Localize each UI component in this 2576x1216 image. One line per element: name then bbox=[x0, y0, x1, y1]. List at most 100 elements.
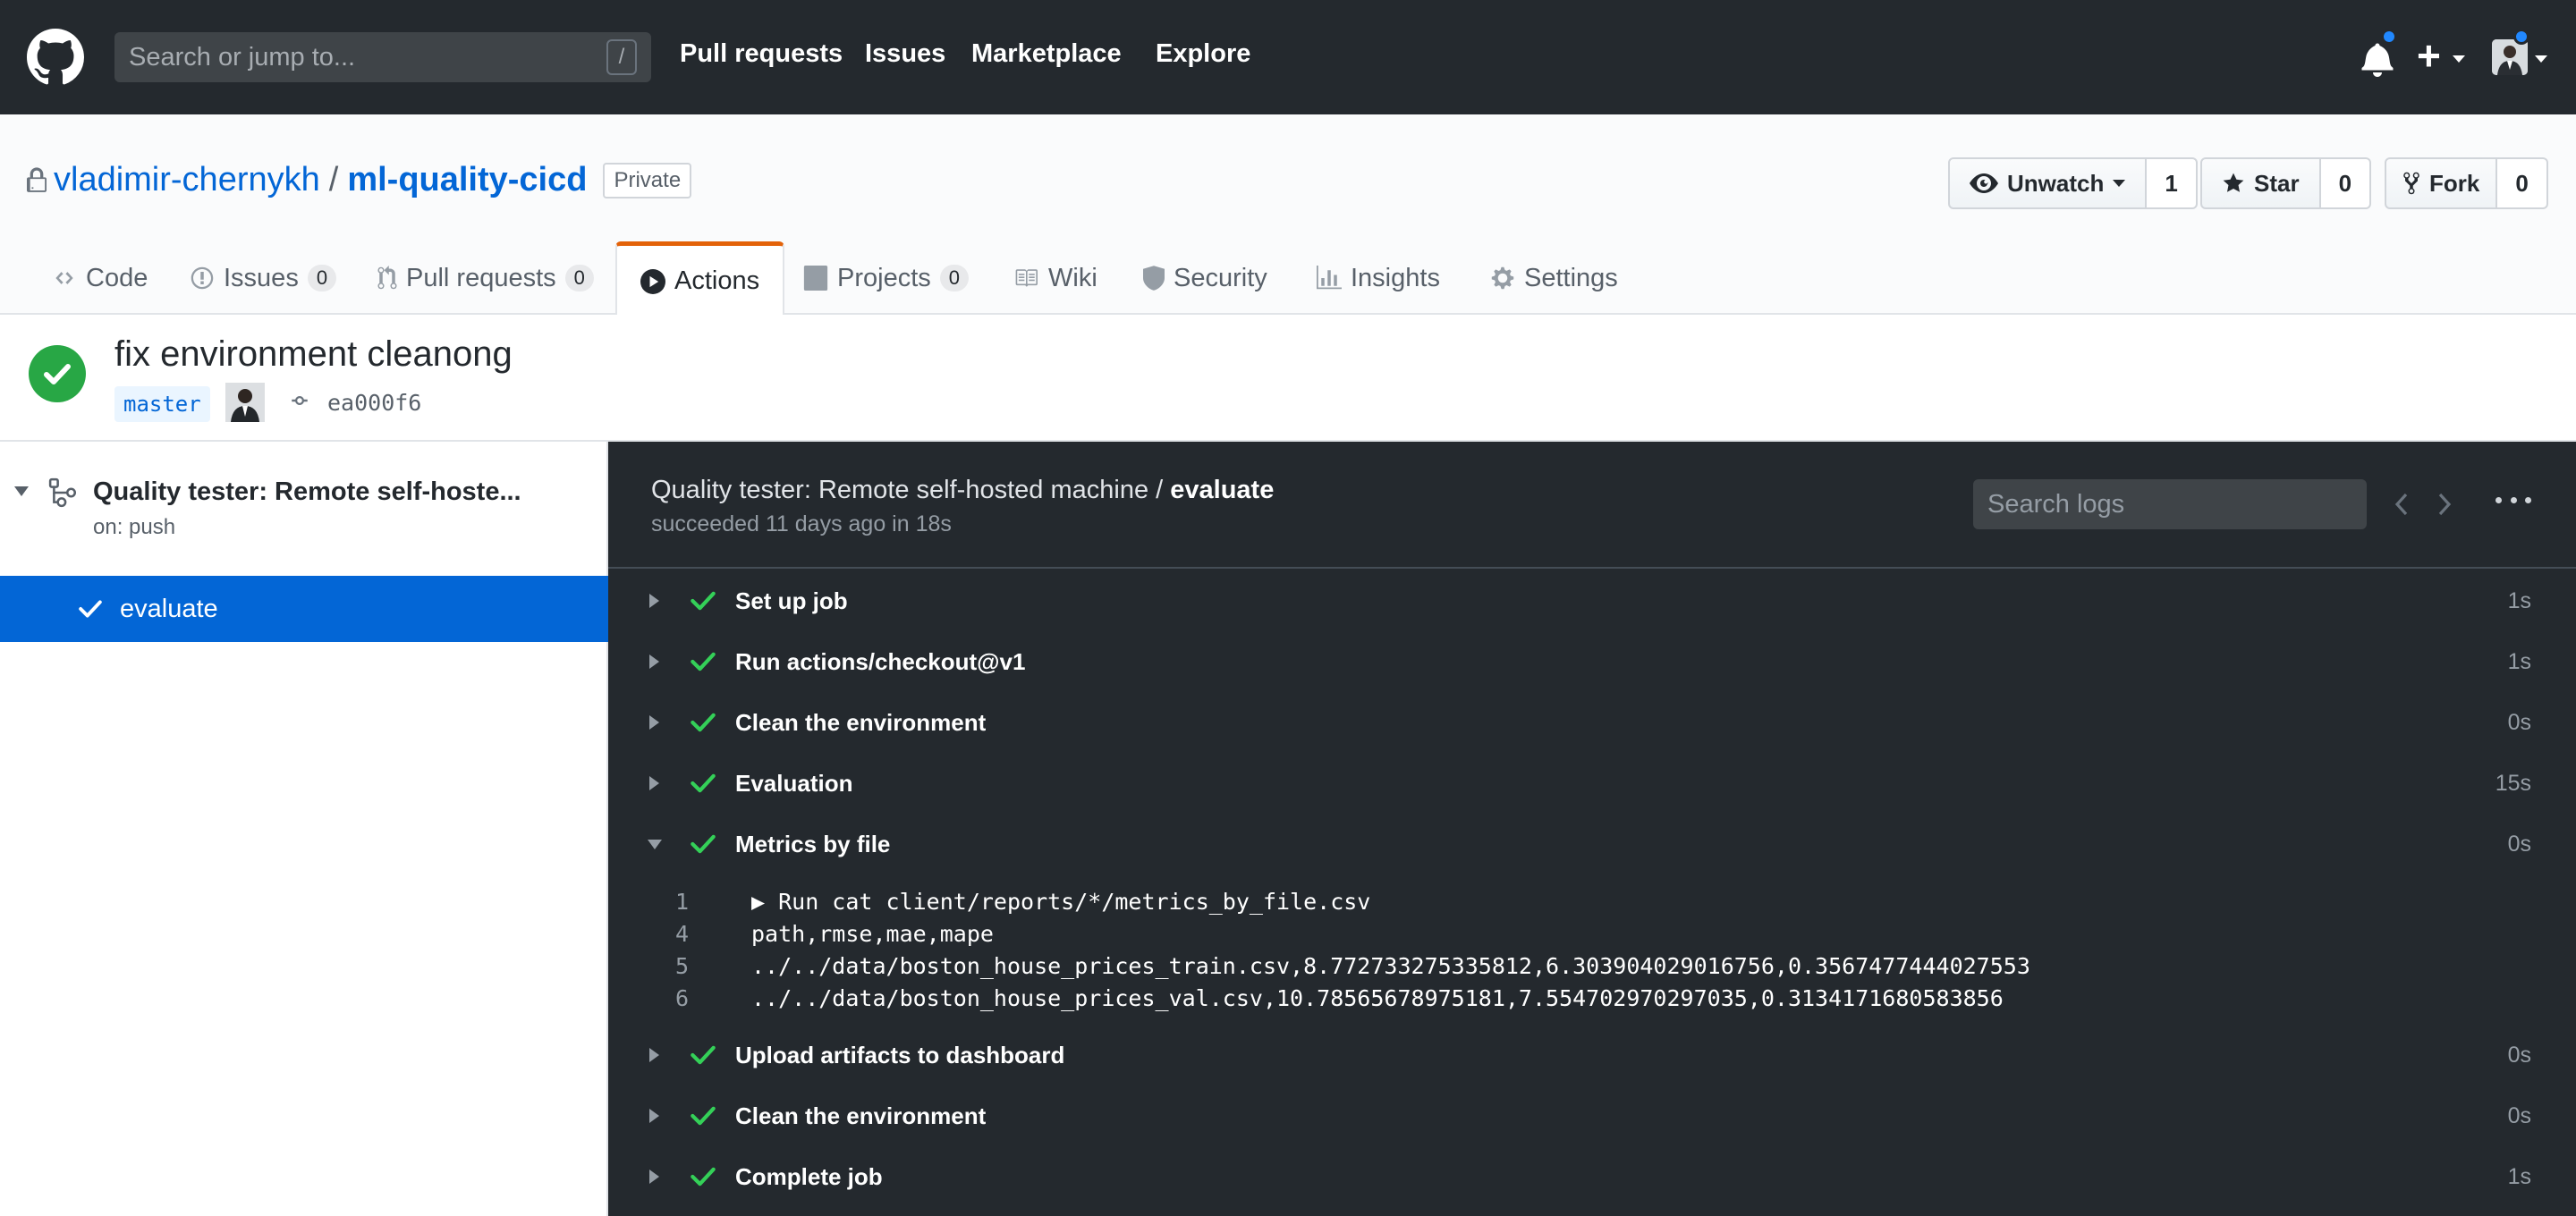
nav-issues[interactable]: Issues bbox=[865, 39, 945, 69]
log-search-input[interactable] bbox=[1987, 489, 2352, 519]
tab-wiki[interactable]: Wiki bbox=[1013, 241, 1097, 315]
workflow-sidebar: Quality tester: Remote self-hoste... on:… bbox=[0, 442, 608, 1216]
expand-icon bbox=[649, 1170, 659, 1184]
code-icon bbox=[55, 272, 73, 284]
tab-projects[interactable]: Projects 0 bbox=[803, 241, 970, 315]
workflow-name[interactable]: Quality tester: Remote self-hoste... bbox=[93, 477, 521, 507]
branch-badge[interactable]: master bbox=[114, 386, 210, 422]
job-item-label: evaluate bbox=[120, 594, 218, 623]
notification-indicator bbox=[2381, 29, 2397, 45]
expand-icon bbox=[649, 715, 659, 730]
success-check-icon bbox=[691, 1045, 716, 1065]
step-name: Evaluation bbox=[735, 769, 853, 797]
next-match-icon[interactable] bbox=[2436, 492, 2453, 517]
global-search[interactable]: / bbox=[114, 32, 651, 82]
tab-actions[interactable]: Actions bbox=[615, 241, 785, 317]
repo-owner-link[interactable]: vladimir-chernykh bbox=[54, 161, 320, 199]
success-check-icon bbox=[691, 713, 716, 732]
log-title: Quality tester: Remote self-hosted machi… bbox=[651, 476, 1274, 505]
tab-security[interactable]: Security bbox=[1143, 241, 1267, 315]
user-avatar[interactable] bbox=[2492, 39, 2528, 75]
success-check-icon bbox=[691, 1167, 716, 1186]
notifications-bell-icon[interactable] bbox=[2361, 41, 2394, 77]
nav-pull-requests[interactable]: Pull requests bbox=[680, 39, 843, 69]
tab-projects-count: 0 bbox=[939, 265, 970, 291]
step-set-up-job[interactable]: Set up job 1s bbox=[608, 570, 2576, 631]
nav-explore[interactable]: Explore bbox=[1156, 39, 1250, 69]
log-line[interactable]: 6 ../../data/boston_house_prices_val.csv… bbox=[608, 985, 2576, 1018]
prev-match-icon[interactable] bbox=[2394, 492, 2410, 517]
repo-name-link[interactable]: ml-quality-cicd bbox=[347, 161, 587, 199]
global-search-input[interactable] bbox=[129, 42, 606, 72]
log-search[interactable] bbox=[1973, 479, 2367, 529]
tab-settings-label: Settings bbox=[1524, 263, 1618, 292]
workflow-trigger: on: push bbox=[93, 515, 176, 539]
log-line[interactable]: 4 path,rmse,mae,mape bbox=[608, 921, 2576, 953]
log-line-number[interactable]: 4 bbox=[644, 921, 689, 947]
tab-code-label: Code bbox=[86, 263, 148, 292]
tab-insights[interactable]: Insights bbox=[1317, 241, 1440, 315]
eye-icon bbox=[1970, 173, 1998, 193]
step-clean-environment-post[interactable]: Clean the environment 0s bbox=[608, 1085, 2576, 1146]
tab-issues[interactable]: Issues 0 bbox=[190, 241, 337, 315]
log-line-number[interactable]: 1 bbox=[644, 889, 689, 915]
user-avatar-icon bbox=[2492, 39, 2528, 75]
log-title-workflow: Quality tester: Remote self-hosted machi… bbox=[651, 476, 1171, 504]
tab-settings[interactable]: Settings bbox=[1490, 241, 1618, 315]
search-shortcut-key: / bbox=[606, 39, 637, 75]
log-line-number[interactable]: 5 bbox=[644, 953, 689, 979]
success-check-icon bbox=[691, 652, 716, 671]
tab-pull-requests-count: 0 bbox=[564, 265, 594, 291]
forks-count[interactable]: 0 bbox=[2497, 157, 2548, 209]
tab-actions-label: Actions bbox=[674, 266, 760, 295]
log-line[interactable]: 1 ▶ Run cat client/reports/*/metrics_by_… bbox=[608, 889, 2576, 921]
tab-pull-requests-label: Pull requests bbox=[406, 263, 556, 292]
step-duration: 15s bbox=[2495, 770, 2531, 796]
workflow-collapse-icon[interactable] bbox=[14, 486, 29, 496]
top-header: / Pull requests Issues Marketplace Explo… bbox=[0, 0, 2576, 114]
watchers-count[interactable]: 1 bbox=[2147, 157, 2198, 209]
watch-group: Unwatch 1 bbox=[1948, 157, 2198, 209]
step-metrics-by-file[interactable]: Metrics by file 0s bbox=[608, 814, 2576, 874]
log-options-icon[interactable] bbox=[2496, 486, 2531, 513]
star-label: Star bbox=[2254, 169, 2300, 197]
step-duration: 1s bbox=[2507, 1163, 2531, 1189]
unwatch-label: Unwatch bbox=[2007, 169, 2105, 197]
gear-icon bbox=[1491, 266, 1514, 290]
commit-author-avatar[interactable] bbox=[225, 383, 265, 422]
github-logo-icon[interactable] bbox=[27, 29, 84, 86]
fork-button[interactable]: Fork bbox=[2385, 157, 2498, 209]
stargazers-count[interactable]: 0 bbox=[2320, 157, 2372, 209]
repo-separator: / bbox=[328, 161, 339, 198]
step-name: Run actions/checkout@v1 bbox=[735, 647, 1026, 675]
create-new-icon[interactable]: + bbox=[2417, 35, 2441, 76]
nav-marketplace[interactable]: Marketplace bbox=[971, 39, 1122, 69]
step-upload-artifacts[interactable]: Upload artifacts to dashboard 0s bbox=[608, 1025, 2576, 1085]
log-line-number[interactable]: 6 bbox=[644, 985, 689, 1011]
tab-pull-requests[interactable]: Pull requests 0 bbox=[377, 241, 594, 315]
user-menu-caret-icon[interactable] bbox=[2535, 55, 2547, 63]
log-line-text: path,rmse,mae,mape bbox=[751, 921, 994, 947]
job-check-icon bbox=[79, 600, 102, 618]
create-caret-icon[interactable] bbox=[2453, 55, 2465, 63]
commit-sha[interactable]: ea000f6 bbox=[327, 390, 421, 416]
success-check-icon bbox=[691, 834, 716, 854]
step-evaluation[interactable]: Evaluation 15s bbox=[608, 753, 2576, 814]
run-success-icon bbox=[29, 345, 86, 402]
step-complete-job[interactable]: Complete job 1s bbox=[608, 1146, 2576, 1207]
step-checkout[interactable]: Run actions/checkout@v1 1s bbox=[608, 631, 2576, 692]
step-duration: 0s bbox=[2507, 709, 2531, 735]
tab-issues-label: Issues bbox=[224, 263, 299, 292]
author-avatar-icon bbox=[225, 383, 265, 422]
tab-code[interactable]: Code bbox=[52, 241, 148, 315]
log-header: Quality tester: Remote self-hosted machi… bbox=[608, 442, 2576, 569]
fork-group: Fork 0 bbox=[2385, 157, 2548, 209]
step-clean-environment[interactable]: Clean the environment 0s bbox=[608, 692, 2576, 753]
run-summary: fix environment cleanong master ea000f6 bbox=[0, 315, 2576, 442]
unwatch-button[interactable]: Unwatch bbox=[1948, 157, 2148, 209]
star-button[interactable]: Star bbox=[2200, 157, 2321, 209]
step-name: Complete job bbox=[735, 1162, 883, 1190]
job-item-evaluate[interactable]: evaluate bbox=[0, 576, 608, 642]
log-line[interactable]: 5 ../../data/boston_house_prices_train.c… bbox=[608, 953, 2576, 985]
success-check-icon bbox=[691, 1106, 716, 1126]
